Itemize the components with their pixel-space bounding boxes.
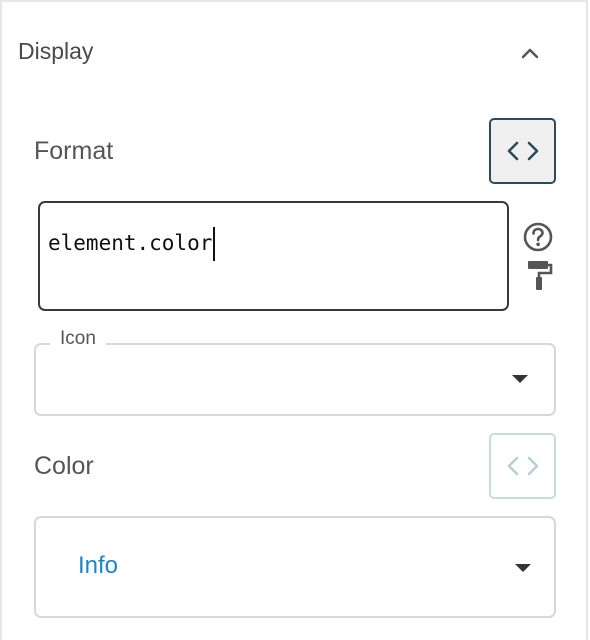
color-label: Color — [34, 452, 94, 480]
code-icon — [507, 456, 538, 476]
color-select-value: Info — [78, 552, 119, 579]
help-circle-icon — [523, 222, 553, 252]
chevron-up-icon — [521, 48, 539, 59]
icon-select-label: Icon — [50, 328, 106, 350]
format-painter-button[interactable] — [524, 258, 554, 292]
format-label: Format — [34, 137, 114, 165]
paint-roller-icon — [528, 261, 553, 290]
color-select[interactable]: Info — [34, 516, 556, 618]
code-icon — [507, 141, 538, 161]
icon-select[interactable] — [34, 343, 556, 416]
format-expression-text: element.color — [48, 231, 213, 255]
format-expression-input[interactable]: element.color — [38, 201, 509, 311]
collapse-section-button[interactable] — [516, 40, 544, 68]
format-code-toggle-button[interactable] — [489, 118, 556, 184]
text-caret — [213, 227, 216, 261]
color-code-toggle-button[interactable] — [489, 433, 556, 499]
help-icon-button[interactable] — [522, 221, 554, 253]
dropdown-arrow-icon — [515, 564, 531, 572]
section-title: Display — [18, 38, 94, 64]
dropdown-arrow-icon — [512, 375, 528, 383]
panel-scrollbar-track — [586, 2, 588, 640]
